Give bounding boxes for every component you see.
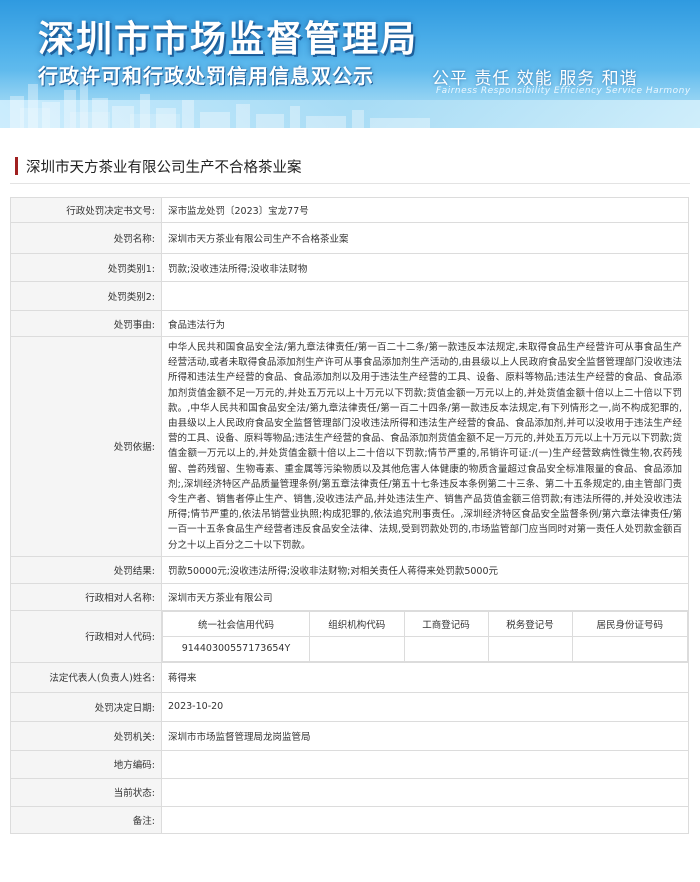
remarks-value [161, 805, 689, 834]
tax-reg-value [487, 635, 573, 662]
doc-no-label: 行政处罚决定书文号: [10, 197, 162, 223]
status-label: 当前状态: [10, 777, 162, 807]
case-title: 深圳市天方茶业有限公司生产不合格茶业案 [26, 160, 302, 176]
case-heading: 深圳市天方茶业有限公司生产不合格茶业案 [10, 155, 690, 184]
codes-subtable: 统一社会信用代码 组织机构代码 工商登记码 税务登记号 居民身份证号码 9144… [162, 610, 688, 662]
row-area-code: 地方编码: [10, 749, 689, 779]
row-status: 当前状态: [10, 777, 689, 807]
case-name-label: 处罚名称: [10, 222, 162, 254]
banner-slogan-english: Fairness Responsibility Efficiency Servi… [436, 86, 691, 96]
banner-title: 深圳市市场监督管理局 [38, 19, 419, 60]
heading-accent-bar [15, 157, 18, 175]
codes-label: 行政相对人代码: [10, 609, 162, 663]
row-authority: 处罚机关: 深圳市市场监督管理局龙岗监管局 [10, 720, 689, 751]
counterparty-label: 行政相对人名称: [10, 582, 162, 611]
category2-value [161, 281, 689, 311]
decision-date-value: 2023-10-20 [161, 691, 689, 722]
header-banner: 深圳市市场监督管理局 行政许可和行政处罚信用信息双公示 公平 责任 效能 服务 … [0, 0, 700, 128]
id-number-value [571, 635, 688, 662]
code-header: 税务登记号 [487, 610, 573, 637]
row-codes: 行政相对人代码: 统一社会信用代码 组织机构代码 工商登记码 税务登记号 居民身… [10, 609, 689, 663]
row-counterparty: 行政相对人名称: 深圳市天方茶业有限公司 [10, 582, 689, 611]
row-category1: 处罚类别1: 罚款;没收违法所得;没收非法财物 [10, 253, 689, 282]
category1-value: 罚款;没收违法所得;没收非法财物 [161, 253, 689, 282]
status-value [161, 777, 689, 807]
code-header: 组织机构代码 [309, 610, 405, 637]
result-label: 处罚结果: [10, 555, 162, 584]
reason-label: 处罚事由: [10, 310, 162, 337]
authority-value: 深圳市市场监督管理局龙岗监管局 [161, 720, 689, 751]
row-reason: 处罚事由: 食品违法行为 [10, 310, 689, 337]
doc-no-value: 深市监龙处罚〔2023〕宝龙77号 [161, 197, 689, 223]
org-code-value [309, 635, 405, 662]
codes-value-row: 91440300557173654Y [162, 635, 688, 662]
case-name-value: 深圳市天方茶业有限公司生产不合格茶业案 [161, 222, 689, 254]
row-category2: 处罚类别2: [10, 281, 689, 311]
decision-date-label: 处罚决定日期: [10, 691, 162, 722]
category2-label: 处罚类别2: [10, 281, 162, 311]
business-reg-value [403, 635, 489, 662]
row-legal-rep: 法定代表人(负责人)姓名: 蒋得来 [10, 661, 689, 693]
row-basis: 处罚依据: 中华人民共和国食品安全法/第九章法律责任/第一百二十二条/第一款违反… [10, 336, 689, 557]
code-header: 统一社会信用代码 [162, 610, 310, 637]
code-header: 居民身份证号码 [571, 610, 688, 637]
basis-value: 中华人民共和国食品安全法/第九章法律责任/第一百二十二条/第一款违反本法规定,未… [161, 336, 689, 557]
penalty-info-table: 行政处罚决定书文号: 深市监龙处罚〔2023〕宝龙77号 处罚名称: 深圳市天方… [10, 197, 689, 834]
legal-rep-label: 法定代表人(负责人)姓名: [10, 661, 162, 693]
banner-subtitle: 行政许可和行政处罚信用信息双公示 [38, 64, 374, 88]
row-decision-date: 处罚决定日期: 2023-10-20 [10, 691, 689, 722]
codes-value: 统一社会信用代码 组织机构代码 工商登记码 税务登记号 居民身份证号码 9144… [161, 609, 689, 663]
result-value: 罚款50000元;没收违法所得;没收非法财物;对相关责任人蒋得来处罚款5000元 [161, 555, 689, 584]
counterparty-value: 深圳市天方茶业有限公司 [161, 582, 689, 611]
legal-rep-value: 蒋得来 [161, 661, 689, 693]
area-code-label: 地方编码: [10, 749, 162, 779]
authority-label: 处罚机关: [10, 720, 162, 751]
remarks-label: 备注: [10, 805, 162, 834]
credit-code-value: 91440300557173654Y [162, 635, 310, 662]
row-case-name: 处罚名称: 深圳市天方茶业有限公司生产不合格茶业案 [10, 222, 689, 254]
row-doc-no: 行政处罚决定书文号: 深市监龙处罚〔2023〕宝龙77号 [10, 197, 689, 223]
category1-label: 处罚类别1: [10, 253, 162, 282]
row-remarks: 备注: [10, 805, 689, 834]
row-result: 处罚结果: 罚款50000元;没收违法所得;没收非法财物;对相关责任人蒋得来处罚… [10, 555, 689, 584]
basis-label: 处罚依据: [10, 336, 162, 557]
area-code-value [161, 749, 689, 779]
code-header: 工商登记码 [403, 610, 489, 637]
codes-header-row: 统一社会信用代码 组织机构代码 工商登记码 税务登记号 居民身份证号码 [162, 610, 688, 637]
reason-value: 食品违法行为 [161, 310, 689, 337]
